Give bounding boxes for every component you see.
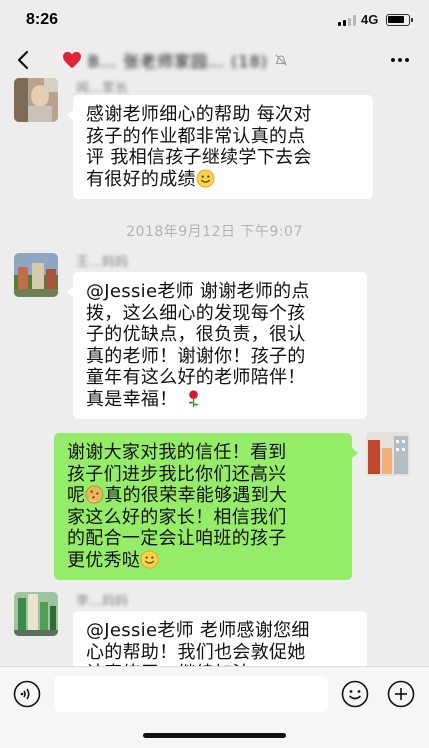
message-bubble[interactable]: @Jessie老师 老师感谢您细 心的帮助！我们也会敦促她 认真练习，继续加油 (73, 611, 367, 671)
message-line: 呢 (67, 485, 86, 506)
message-input[interactable] (54, 676, 328, 712)
mute-icon (275, 54, 287, 66)
message-line: 拨，这么细心的发现每个孩 (86, 302, 306, 324)
chat-header: B… 张老师家园… (18) (0, 40, 429, 80)
sender-name: 王…妈妈 (76, 255, 129, 270)
message-line: 心的帮助！我们也会敦促她 (86, 641, 306, 663)
battery-icon (386, 14, 413, 26)
message-line: 谢谢大家对我的信任！看到 (67, 442, 287, 463)
message-line: 的配合一定会让咱班的孩子 (67, 528, 287, 549)
message-bubble[interactable]: 感谢老师细心的帮助 每次对 孩子的作业都非常认真的点 评 我相信孩子继续学下去会… (67, 95, 373, 199)
message-line: 真的很荣幸能够遇到大 (104, 485, 288, 506)
message-line: 真的老师！谢谢你！孩子的 (86, 345, 306, 367)
message-bubble[interactable]: @Jessie老师 谢谢老师的点 拨，这么细心的发现每个孩 子的优缺点，很负责，… (67, 272, 367, 419)
chat-title-group: B… 张老师家园… (18) (62, 48, 288, 72)
voice-icon[interactable] (13, 680, 41, 708)
timestamp: 2018年9月12日 下午9:07 (126, 224, 303, 240)
avatar[interactable] (14, 78, 58, 122)
status-bar: 8:26 4G (0, 0, 429, 40)
network-label: 4G (361, 12, 379, 27)
rose-emoji-icon (188, 389, 198, 407)
message-line: 更优秀哒 (67, 549, 141, 571)
sender-name: 闻…家长 (76, 81, 129, 96)
heart-icon (63, 51, 81, 69)
message-line: 家这么好的家长！相信我们 (67, 506, 287, 528)
smile-emoji-icon (196, 169, 215, 187)
emoji-icon[interactable] (341, 680, 369, 708)
message-line: @Jessie老师 谢谢老师的点 (86, 281, 310, 302)
smile-emoji-icon (140, 550, 159, 568)
avatar[interactable] (366, 432, 410, 476)
message-bubble[interactable]: 谢谢大家对我的信任！看到 孩子们进步我比你们还高兴 呢真的很荣幸能够遇到大 家这… (54, 433, 358, 580)
cookie-emoji-icon (85, 485, 104, 504)
message-line: 感谢老师细心的帮助 每次对 (86, 104, 312, 125)
status-time: 8:26 (26, 11, 59, 28)
signal-icon (338, 15, 356, 26)
message-line: 真是幸福！ (86, 388, 178, 410)
sender-name: 李…妈妈 (76, 594, 129, 609)
avatar[interactable] (14, 592, 58, 636)
back-icon[interactable] (12, 48, 36, 72)
message-line: 孩子的作业都非常认真的点 (86, 125, 306, 147)
message-line: 有很好的成绩 (86, 168, 196, 190)
message-line: 童年有这么好的老师陪伴！ (86, 367, 306, 388)
message-line: @Jessie老师 老师感谢您细 (86, 620, 310, 641)
more-icon[interactable] (388, 48, 412, 72)
chat-title: B… 张老师家园… (18) (88, 52, 268, 71)
avatar[interactable] (14, 253, 58, 297)
message-line: 评 我相信孩子继续学下去会 (86, 147, 312, 168)
home-indicator (143, 733, 286, 738)
plus-icon[interactable] (387, 680, 415, 708)
message-line: 孩子们进步我比你们还高兴 (67, 463, 287, 485)
message-line: 子的优缺点，很负责，很认 (86, 324, 306, 345)
